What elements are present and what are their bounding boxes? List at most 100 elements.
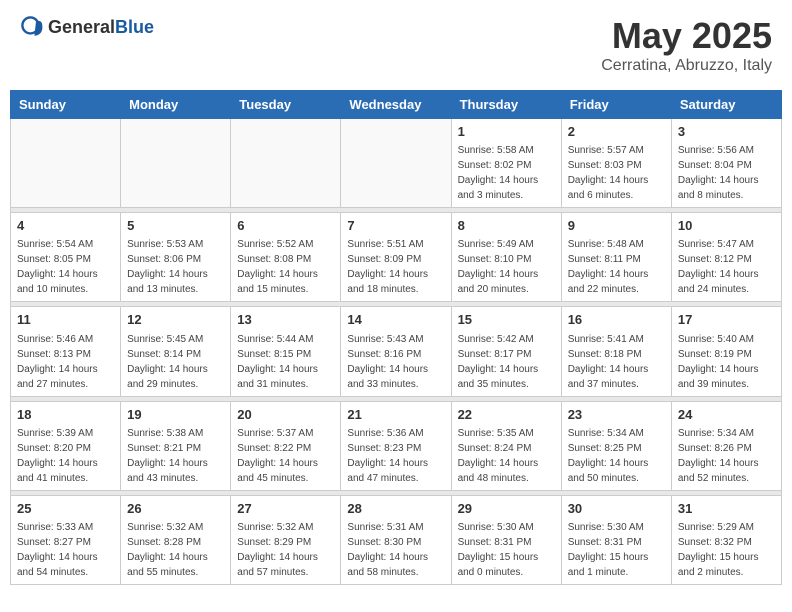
table-row: 4 Sunrise: 5:54 AM Sunset: 8:05 PM Daylig… (11, 213, 121, 302)
table-row: 29 Sunrise: 5:30 AM Sunset: 8:31 PM Dayli… (451, 495, 561, 584)
day-info: Sunrise: 5:49 AM Sunset: 8:10 PM Dayligh… (458, 237, 555, 297)
day-info: Sunrise: 5:41 AM Sunset: 8:18 PM Dayligh… (568, 332, 665, 392)
header-monday: Monday (121, 91, 231, 119)
week-row-1: 1 Sunrise: 5:58 AM Sunset: 8:02 PM Daylig… (11, 119, 782, 208)
table-row: 10Sunrise: 5:47 AM Sunset: 8:12 PM Dayli… (671, 213, 781, 302)
day-info: Sunrise: 5:43 AM Sunset: 8:16 PM Dayligh… (347, 332, 444, 392)
day-info: Sunrise: 5:32 AM Sunset: 8:29 PM Dayligh… (237, 520, 334, 580)
table-row (341, 119, 451, 208)
week-row-4: 18Sunrise: 5:39 AM Sunset: 8:20 PM Dayli… (11, 401, 782, 490)
table-row: 25 Sunrise: 5:33 AM Sunset: 8:27 PM Dayli… (11, 495, 121, 584)
table-row: 16 Sunrise: 5:41 AM Sunset: 8:18 PM Dayli… (561, 307, 671, 396)
table-row: 22 Sunrise: 5:35 AM Sunset: 8:24 PM Dayli… (451, 401, 561, 490)
day-number: 3 (678, 123, 775, 141)
day-number: 9 (568, 217, 665, 235)
day-info: Sunrise: 5:35 AM Sunset: 8:24 PM Dayligh… (458, 426, 555, 486)
header-saturday: Saturday (671, 91, 781, 119)
day-info: Sunrise: 5:33 AM Sunset: 8:27 PM Dayligh… (17, 520, 114, 580)
header-tuesday: Tuesday (231, 91, 341, 119)
table-row: 19 Sunrise: 5:38 AM Sunset: 8:21 PM Dayli… (121, 401, 231, 490)
day-info: Sunrise: 5:34 AM Sunset: 8:26 PM Dayligh… (678, 426, 775, 486)
day-number: 31 (678, 500, 775, 518)
table-row: 28Sunrise: 5:31 AM Sunset: 8:30 PM Dayli… (341, 495, 451, 584)
table-row: 7Sunrise: 5:51 AM Sunset: 8:09 PM Daylig… (341, 213, 451, 302)
day-number: 21 (347, 406, 444, 424)
day-number: 15 (458, 311, 555, 329)
day-number: 1 (458, 123, 555, 141)
day-number: 14 (347, 311, 444, 329)
day-info: Sunrise: 5:30 AM Sunset: 8:31 PM Dayligh… (568, 520, 665, 580)
table-row: 2 Sunrise: 5:57 AM Sunset: 8:03 PM Daylig… (561, 119, 671, 208)
day-info: Sunrise: 5:44 AM Sunset: 8:15 PM Dayligh… (237, 332, 334, 392)
day-number: 25 (17, 500, 114, 518)
day-info: Sunrise: 5:58 AM Sunset: 8:02 PM Dayligh… (458, 143, 555, 203)
header-sunday: Sunday (11, 91, 121, 119)
day-number: 29 (458, 500, 555, 518)
logo: GeneralBlue (20, 15, 154, 39)
table-row: 23 Sunrise: 5:34 AM Sunset: 8:25 PM Dayli… (561, 401, 671, 490)
table-row: 13Sunrise: 5:44 AM Sunset: 8:15 PM Dayli… (231, 307, 341, 396)
day-number: 16 (568, 311, 665, 329)
page-header: GeneralBlue May 2025 Cerratina, Abruzzo,… (10, 10, 782, 80)
day-info: Sunrise: 5:57 AM Sunset: 8:03 PM Dayligh… (568, 143, 665, 203)
month-title: May 2025 (601, 15, 772, 57)
table-row: 24 Sunrise: 5:34 AM Sunset: 8:26 PM Dayli… (671, 401, 781, 490)
day-number: 18 (17, 406, 114, 424)
week-row-2: 4 Sunrise: 5:54 AM Sunset: 8:05 PM Daylig… (11, 213, 782, 302)
day-number: 8 (458, 217, 555, 235)
table-row: 9 Sunrise: 5:48 AM Sunset: 8:11 PM Daylig… (561, 213, 671, 302)
table-row: 20Sunrise: 5:37 AM Sunset: 8:22 PM Dayli… (231, 401, 341, 490)
day-info: Sunrise: 5:51 AM Sunset: 8:09 PM Dayligh… (347, 237, 444, 297)
title-area: May 2025 Cerratina, Abruzzo, Italy (601, 15, 772, 75)
week-row-3: 11 Sunrise: 5:46 AM Sunset: 8:13 PM Dayli… (11, 307, 782, 396)
day-number: 20 (237, 406, 334, 424)
day-info: Sunrise: 5:29 AM Sunset: 8:32 PM Dayligh… (678, 520, 775, 580)
table-row: 31 Sunrise: 5:29 AM Sunset: 8:32 PM Dayli… (671, 495, 781, 584)
table-row: 21Sunrise: 5:36 AM Sunset: 8:23 PM Dayli… (341, 401, 451, 490)
table-row: 30 Sunrise: 5:30 AM Sunset: 8:31 PM Dayli… (561, 495, 671, 584)
day-number: 17 (678, 311, 775, 329)
table-row: 27Sunrise: 5:32 AM Sunset: 8:29 PM Dayli… (231, 495, 341, 584)
day-number: 12 (127, 311, 224, 329)
table-row (11, 119, 121, 208)
day-info: Sunrise: 5:34 AM Sunset: 8:25 PM Dayligh… (568, 426, 665, 486)
day-number: 19 (127, 406, 224, 424)
day-number: 2 (568, 123, 665, 141)
day-number: 4 (17, 217, 114, 235)
header-thursday: Thursday (451, 91, 561, 119)
day-number: 11 (17, 311, 114, 329)
day-info: Sunrise: 5:30 AM Sunset: 8:31 PM Dayligh… (458, 520, 555, 580)
day-info: Sunrise: 5:40 AM Sunset: 8:19 PM Dayligh… (678, 332, 775, 392)
day-info: Sunrise: 5:56 AM Sunset: 8:04 PM Dayligh… (678, 143, 775, 203)
week-row-5: 25 Sunrise: 5:33 AM Sunset: 8:27 PM Dayli… (11, 495, 782, 584)
location-title: Cerratina, Abruzzo, Italy (601, 57, 772, 75)
table-row: 5 Sunrise: 5:53 AM Sunset: 8:06 PM Daylig… (121, 213, 231, 302)
table-row: 8 Sunrise: 5:49 AM Sunset: 8:10 PM Daylig… (451, 213, 561, 302)
day-number: 26 (127, 500, 224, 518)
day-info: Sunrise: 5:54 AM Sunset: 8:05 PM Dayligh… (17, 237, 114, 297)
day-info: Sunrise: 5:47 AM Sunset: 8:12 PM Dayligh… (678, 237, 775, 297)
day-number: 22 (458, 406, 555, 424)
logo-icon (20, 15, 44, 39)
table-row (231, 119, 341, 208)
logo-blue: Blue (115, 17, 154, 37)
day-number: 6 (237, 217, 334, 235)
day-number: 23 (568, 406, 665, 424)
day-info: Sunrise: 5:52 AM Sunset: 8:08 PM Dayligh… (237, 237, 334, 297)
table-row: 6 Sunrise: 5:52 AM Sunset: 8:08 PM Daylig… (231, 213, 341, 302)
day-number: 24 (678, 406, 775, 424)
day-info: Sunrise: 5:53 AM Sunset: 8:06 PM Dayligh… (127, 237, 224, 297)
logo-general: General (48, 17, 115, 37)
day-number: 30 (568, 500, 665, 518)
table-row: 1 Sunrise: 5:58 AM Sunset: 8:02 PM Daylig… (451, 119, 561, 208)
day-info: Sunrise: 5:48 AM Sunset: 8:11 PM Dayligh… (568, 237, 665, 297)
header-friday: Friday (561, 91, 671, 119)
table-row: 12Sunrise: 5:45 AM Sunset: 8:14 PM Dayli… (121, 307, 231, 396)
day-number: 5 (127, 217, 224, 235)
weekday-header-row: Sunday Monday Tuesday Wednesday Thursday… (11, 91, 782, 119)
day-info: Sunrise: 5:32 AM Sunset: 8:28 PM Dayligh… (127, 520, 224, 580)
day-info: Sunrise: 5:46 AM Sunset: 8:13 PM Dayligh… (17, 332, 114, 392)
day-info: Sunrise: 5:42 AM Sunset: 8:17 PM Dayligh… (458, 332, 555, 392)
table-row: 11 Sunrise: 5:46 AM Sunset: 8:13 PM Dayli… (11, 307, 121, 396)
day-info: Sunrise: 5:38 AM Sunset: 8:21 PM Dayligh… (127, 426, 224, 486)
